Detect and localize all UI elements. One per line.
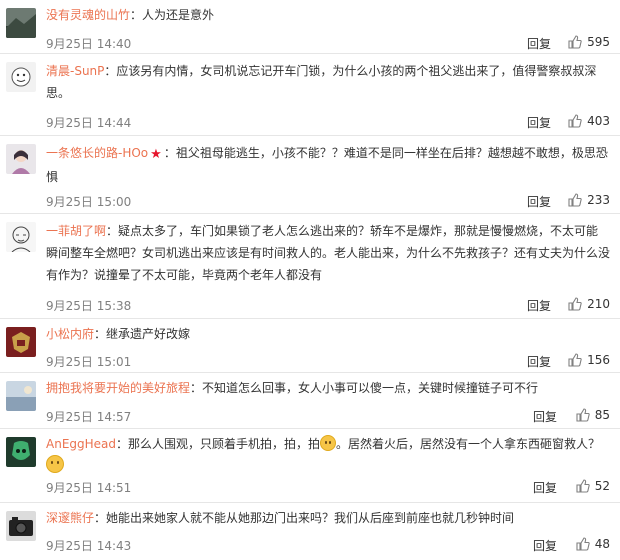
like-button[interactable]: 595 [568, 35, 610, 49]
comment-item: 小松内府：继承遗产好改嫁 9月25日 15:01 回复 156 [0, 319, 620, 373]
comment-item: 一条悠长的路-HOo ★ ：祖父祖母能逃生，小孩不能？？难道不是同一样坐在后排？越想… [0, 136, 620, 214]
comment-item: 一菲胡了啊：疑点太多了，车门如果锁了老人怎么逃出来的？轿车不是爆炸，那就是慢慢燃… [0, 214, 620, 319]
like-count: 85 [594, 408, 610, 422]
comment-item: 没有灵魂的山竹：人为还是意外 9月25日 14:40 回复 595 [0, 0, 620, 54]
like-count: 403 [587, 114, 610, 128]
cartoon-avatar[interactable] [6, 62, 36, 92]
separator: ： [94, 327, 107, 341]
timestamp: 9月25日 14:44 [46, 116, 132, 130]
reply-button[interactable]: 回复 [527, 193, 551, 210]
scenery-avatar[interactable] [6, 381, 36, 411]
comment-feed: 没有灵魂的山竹：人为还是意外 9月25日 14:40 回复 595 清晨-Sun… [0, 0, 620, 560]
thumbs-up-icon [576, 479, 590, 493]
reply-button[interactable]: 回复 [527, 114, 551, 131]
reply-button[interactable]: 回复 [527, 297, 551, 314]
sad-face-emoji-icon [320, 435, 337, 451]
comment-text-continued: 。居然着火后，居然没有一个人拿东西砸窗救人？ [336, 437, 601, 451]
girl-avatar[interactable] [6, 144, 36, 174]
comment-text: 不知道怎么回事，女人小事可以傻一点，关键时候撞链子可不行 [202, 381, 539, 395]
separator: ： [106, 224, 119, 238]
timestamp: 9月25日 14:57 [46, 410, 132, 424]
separator: ： [130, 8, 143, 22]
thumbs-up-icon [576, 408, 590, 422]
like-button[interactable]: 85 [576, 408, 610, 422]
comment-text: 继承遗产好改嫁 [106, 327, 191, 341]
like-count: 156 [587, 353, 610, 367]
like-button[interactable]: 52 [576, 479, 610, 493]
like-button[interactable]: 156 [568, 353, 610, 367]
sad-face-emoji-icon [46, 455, 64, 473]
comment-text: 那么人围观，只顾着手机拍，拍，拍 [128, 437, 321, 451]
timestamp: 9月25日 15:01 [46, 355, 132, 369]
reply-button[interactable]: 回复 [533, 408, 557, 425]
comment-text: 她能出来她家人就不能从她那边门出来吗？我们从后座到前座也就几秒钟时间 [106, 511, 515, 525]
thumbs-up-icon [576, 537, 590, 551]
username-link[interactable]: 一菲胡了啊 [46, 224, 106, 238]
username-link[interactable]: AnEggHead [46, 437, 116, 451]
comment-text: 人为还是意外 [142, 8, 215, 22]
comment-text: 疑点太多了，车门如果锁了老人怎么逃出来的？轿车不是爆炸，那就是慢慢燃烧，不太可能… [46, 224, 611, 282]
thumbs-up-icon [568, 297, 582, 311]
like-button[interactable]: 233 [568, 193, 610, 207]
comment-item: AnEggHead：那么人围观，只顾着手机拍，拍，拍 。居然着火后，居然没有一个人… [0, 429, 620, 503]
like-button[interactable]: 403 [568, 114, 610, 128]
thumbs-up-icon [568, 35, 582, 49]
like-count: 595 [587, 35, 610, 49]
timestamp: 9月25日 14:40 [46, 37, 132, 51]
reply-button[interactable]: 回复 [533, 537, 557, 554]
reply-button[interactable]: 回复 [527, 353, 551, 370]
separator: ： [116, 437, 129, 451]
like-count: 210 [587, 297, 610, 311]
username-link[interactable]: 清晨-SunP [46, 64, 104, 78]
landscape-avatar[interactable] [6, 8, 36, 38]
like-count: 233 [587, 193, 610, 207]
timestamp: 9月25日 14:51 [46, 481, 132, 495]
separator: ： [163, 146, 176, 160]
comment-item: 深邃熊仔：她能出来她家人就不能从她那边门出来吗？我们从后座到前座也就几秒钟时间 … [0, 503, 620, 560]
separator: ： [104, 64, 117, 78]
username-link[interactable]: 一条悠长的路-HOo [46, 146, 148, 160]
username-link[interactable]: 小松内府 [46, 327, 94, 341]
comment-text: 应该另有内情，女司机说忘记开车门锁，为什么小孩的两个祖父逃出来了，值得警察叔叔深… [46, 64, 597, 100]
separator: ： [94, 511, 107, 525]
username-link[interactable]: 深邃熊仔 [46, 511, 94, 525]
username-link[interactable]: 拥抱我将要开始的美好旅程 [46, 381, 190, 395]
reply-button[interactable]: 回复 [533, 479, 557, 496]
timestamp: 9月25日 15:00 [46, 195, 132, 209]
sketch-avatar[interactable] [6, 222, 36, 252]
like-button[interactable]: 210 [568, 297, 610, 311]
thumbs-up-icon [568, 114, 582, 128]
mask-avatar[interactable] [6, 437, 36, 467]
timestamp: 9月25日 15:38 [46, 299, 132, 313]
thumbs-up-icon [568, 353, 582, 367]
like-button[interactable]: 48 [576, 537, 610, 551]
comment-item: 拥抱我将要开始的美好旅程：不知道怎么回事，女人小事可以傻一点，关键时候撞链子可不… [0, 373, 620, 429]
camera-avatar[interactable] [6, 511, 36, 541]
username-link[interactable]: 没有灵魂的山竹 [46, 8, 130, 22]
thumbs-up-icon [568, 193, 582, 207]
like-count: 48 [594, 537, 610, 551]
star-badge-icon: ★ [150, 147, 162, 162]
timestamp: 9月25日 14:43 [46, 539, 132, 553]
separator: ： [190, 381, 203, 395]
like-count: 52 [594, 479, 610, 493]
comment-item: 清晨-SunP：应该另有内情，女司机说忘记开车门锁，为什么小孩的两个祖父逃出来了… [0, 54, 620, 136]
emblem-avatar[interactable] [6, 327, 36, 357]
reply-button[interactable]: 回复 [527, 35, 551, 52]
